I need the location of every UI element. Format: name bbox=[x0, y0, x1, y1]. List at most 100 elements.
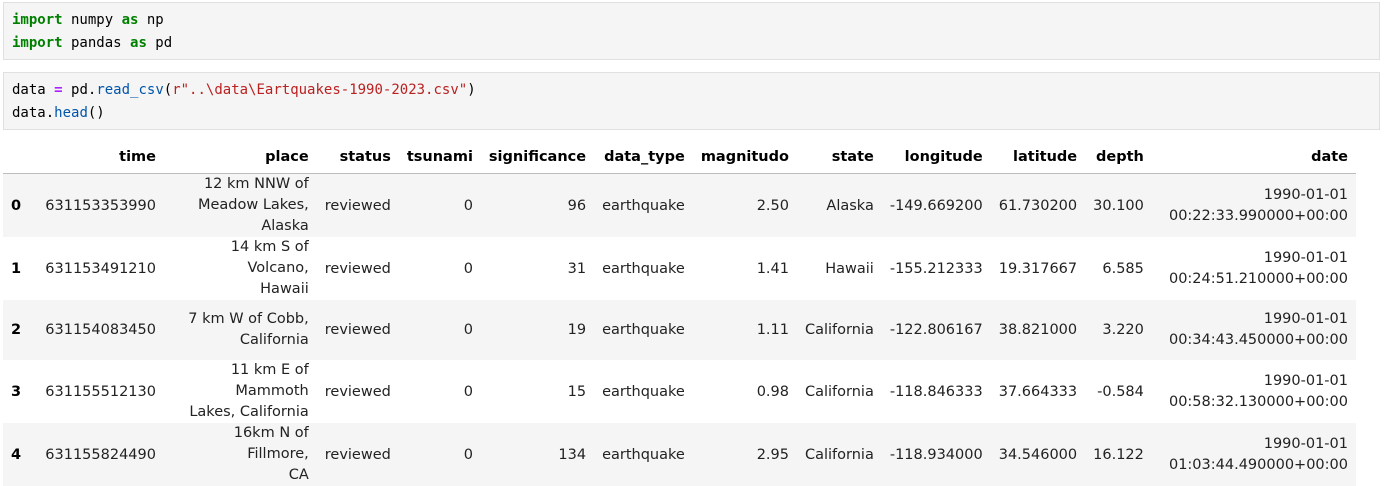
code-line: import numpy as np bbox=[12, 12, 164, 28]
code-cell-imports[interactable]: import numpy as np import pandas as pd bbox=[3, 2, 1380, 60]
function-name: head bbox=[54, 105, 88, 121]
table-row: 2 631154083450 7 km W of Cobb, California… bbox=[3, 300, 1356, 361]
cell-date: 1990-01-01 00:24:51.210000+00:00 bbox=[1152, 237, 1356, 300]
cell-longitude: -118.846333 bbox=[889, 383, 983, 400]
code-cell-read-csv[interactable]: data = pd.read_csv(r"..\data\Eartquakes-… bbox=[3, 72, 1380, 130]
place-line: Meadow Lakes, Alaska bbox=[197, 197, 309, 234]
date-line: 1990-01-01 bbox=[1263, 249, 1348, 266]
cell-data-type: earthquake bbox=[602, 322, 685, 339]
place-line: 14 km S of Volcano, bbox=[230, 239, 309, 276]
object-name: data. bbox=[12, 105, 55, 121]
cell-state: Alaska bbox=[826, 197, 874, 214]
date-line: 1990-01-01 bbox=[1263, 186, 1348, 203]
place-line: California bbox=[239, 332, 309, 349]
module-alias: pd bbox=[146, 35, 173, 51]
date-line: 1990-01-01 bbox=[1263, 435, 1348, 452]
module-name: pandas bbox=[62, 35, 131, 51]
column-header-status: status bbox=[316, 140, 399, 174]
variable-name: data bbox=[12, 82, 55, 98]
column-header-date: date bbox=[1151, 140, 1356, 174]
place-line: CA bbox=[288, 467, 309, 484]
cell-time: 631154083450 bbox=[45, 322, 156, 339]
cell-tsunami: 0 bbox=[463, 322, 473, 339]
cell-place: 14 km S of Volcano, Hawaii bbox=[164, 237, 317, 300]
cell-place: 11 km E of Mammoth Lakes, California bbox=[164, 360, 317, 423]
column-header-latitude: latitude bbox=[990, 140, 1086, 174]
place-line: 7 km W of Cobb, bbox=[188, 311, 309, 328]
date-line: 1990-01-01 bbox=[1263, 311, 1348, 328]
column-header-depth: depth bbox=[1085, 140, 1152, 174]
cell-significance: 19 bbox=[567, 322, 587, 339]
cell-data-type: earthquake bbox=[602, 383, 685, 400]
function-name: read_csv bbox=[96, 82, 164, 98]
assign-operator: = bbox=[54, 82, 63, 98]
module-alias: np bbox=[138, 12, 164, 28]
place-line: 11 km E of Mammoth bbox=[230, 362, 309, 400]
cell-significance: 15 bbox=[567, 383, 587, 400]
row-index: 1 bbox=[11, 260, 22, 277]
cell-date: 1990-01-01 00:58:32.130000+00:00 bbox=[1152, 360, 1356, 423]
time-line: 00:58:32.130000+00:00 bbox=[1168, 393, 1348, 410]
cell-place: 7 km W of Cobb, California bbox=[164, 300, 317, 360]
cell-latitude: 38.821000 bbox=[998, 322, 1078, 339]
time-line: 00:22:33.990000+00:00 bbox=[1168, 207, 1348, 224]
cell-data-type: earthquake bbox=[602, 260, 685, 277]
cell-state: California bbox=[804, 322, 874, 339]
module-name: numpy bbox=[62, 12, 122, 28]
cell-significance: 31 bbox=[567, 260, 587, 277]
keyword-as: as bbox=[121, 12, 139, 28]
cell-depth: -0.584 bbox=[1097, 383, 1144, 400]
cell-depth: 30.100 bbox=[1093, 197, 1144, 214]
column-header-magnitudo: magnitudo bbox=[692, 140, 797, 174]
cell-magnitudo: 0.98 bbox=[756, 383, 789, 400]
code-line: data = pd.read_csv(r"..\data\Eartquakes-… bbox=[12, 82, 476, 98]
date-line: 1990-01-01 bbox=[1263, 372, 1348, 389]
call-parens: () bbox=[87, 105, 105, 121]
keyword-import: import bbox=[12, 35, 63, 51]
paren-close: ) bbox=[467, 82, 476, 98]
paren-open: ( bbox=[163, 82, 173, 98]
cell-time: 631153353990 bbox=[45, 197, 156, 214]
cell-longitude: -122.806167 bbox=[889, 322, 983, 339]
cell-date: 1990-01-01 00:34:43.450000+00:00 bbox=[1152, 300, 1356, 360]
cell-tsunami: 0 bbox=[463, 383, 473, 400]
column-header-longitude: longitude bbox=[881, 140, 991, 174]
string-literal: r"..\data\Eartquakes-1990-2023.csv" bbox=[172, 82, 468, 98]
place-line: Lakes, California bbox=[189, 404, 309, 421]
cell-depth: 6.585 bbox=[1102, 260, 1144, 277]
place-line: Hawaii bbox=[260, 281, 309, 297]
cell-longitude: -149.669200 bbox=[889, 197, 983, 214]
time-line: 00:34:43.450000+00:00 bbox=[1168, 332, 1348, 349]
table-row: 0 631153353990 12 km NNW of Meadow Lakes,… bbox=[3, 173, 1356, 238]
time-line: 01:03:44.490000+00:00 bbox=[1168, 456, 1348, 473]
cell-magnitudo: 1.41 bbox=[756, 260, 789, 277]
cell-latitude: 19.317667 bbox=[998, 260, 1078, 277]
code-line: import pandas as pd bbox=[12, 35, 172, 51]
code-line: data.head() bbox=[12, 105, 105, 121]
cell-latitude: 61.730200 bbox=[998, 197, 1078, 214]
dataframe-table: time place status tsunami significance d… bbox=[3, 140, 1356, 486]
column-header-state: state bbox=[796, 140, 882, 174]
dataframe-output: time place status tsunami significance d… bbox=[3, 140, 1363, 486]
cell-significance: 96 bbox=[567, 197, 587, 214]
cell-status: reviewed bbox=[324, 322, 391, 339]
cell-date: 1990-01-01 00:22:33.990000+00:00 bbox=[1152, 174, 1356, 238]
row-index: 0 bbox=[11, 197, 22, 214]
column-header-tsunami: tsunami bbox=[398, 140, 481, 174]
cell-latitude: 37.664333 bbox=[998, 383, 1078, 400]
cell-place: 12 km NNW of Meadow Lakes, Alaska bbox=[164, 174, 317, 238]
time-line: 00:24:51.210000+00:00 bbox=[1168, 270, 1348, 287]
index-header bbox=[3, 140, 38, 174]
row-index: 3 bbox=[11, 383, 22, 400]
row-index: 2 bbox=[11, 322, 22, 339]
object-name: pd. bbox=[62, 82, 97, 98]
keyword-import: import bbox=[12, 12, 63, 28]
column-header-significance: significance bbox=[480, 140, 595, 174]
cell-status: reviewed bbox=[324, 260, 391, 277]
cell-status: reviewed bbox=[324, 197, 391, 214]
column-header-place: place bbox=[164, 140, 317, 174]
cell-depth: 3.220 bbox=[1102, 322, 1144, 339]
cell-status: reviewed bbox=[324, 383, 391, 400]
keyword-as: as bbox=[130, 35, 147, 51]
table-row: 3 631155512130 11 km E of Mammoth Lakes, … bbox=[3, 360, 1356, 423]
